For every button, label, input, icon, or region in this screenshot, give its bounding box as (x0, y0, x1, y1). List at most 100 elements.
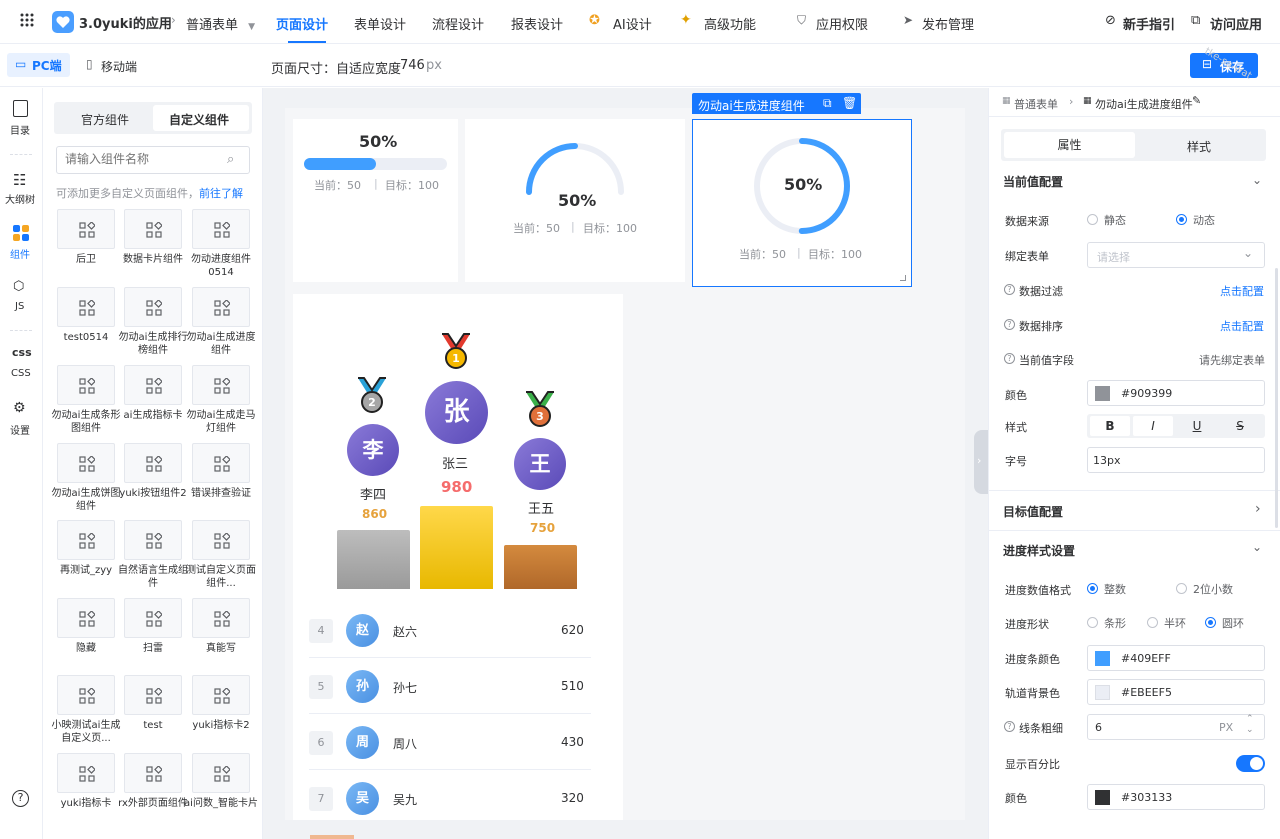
component-tile[interactable] (57, 520, 115, 560)
track-color-picker[interactable]: #EBEEF5 (1087, 679, 1265, 705)
nav-outline[interactable]: ☷ 大纲树 (0, 171, 42, 211)
component-tile[interactable] (57, 365, 115, 405)
chevron-down-icon[interactable]: ⌄ (1252, 173, 1262, 187)
bold-button[interactable]: B (1090, 416, 1130, 436)
leaderboard-row[interactable]: 4 赵 赵六 620 (309, 602, 591, 658)
bottom-scroll-indicator[interactable] (310, 835, 354, 839)
component-tile[interactable] (192, 753, 250, 793)
component-tile[interactable] (192, 598, 250, 638)
breadcrumb-component[interactable]: 勿动ai生成进度组件 (1095, 96, 1193, 112)
chevron-right-icon[interactable]: › (1255, 501, 1261, 517)
underline-button[interactable]: U (1177, 416, 1217, 436)
bind-form-select[interactable]: 请选择 ⌄ (1087, 242, 1265, 268)
help-icon[interactable]: ? (1004, 319, 1015, 330)
resize-handle-icon[interactable] (900, 275, 906, 281)
component-tile[interactable] (57, 675, 115, 715)
radio-half-ring[interactable]: 半环 (1147, 615, 1186, 631)
data-sort-link[interactable]: 点击配置 (1220, 318, 1264, 334)
italic-button[interactable]: I (1133, 416, 1173, 436)
radio-integer[interactable]: 整数 (1087, 581, 1126, 597)
component-tile[interactable] (57, 209, 115, 249)
bar-color-picker[interactable]: #409EFF (1087, 645, 1265, 671)
progress-card-half[interactable]: 50% 当前：50 | 目标：100 (465, 119, 685, 282)
tab-permissions[interactable]: 应用权限 (816, 14, 868, 33)
component-tile[interactable] (57, 598, 115, 638)
tab-report-design[interactable]: 报表设计 (511, 14, 563, 33)
tab-page-design[interactable]: 页面设计 (276, 14, 328, 33)
component-tile[interactable] (192, 443, 250, 483)
component-tile[interactable] (192, 520, 250, 560)
tab-publish[interactable]: 发布管理 (922, 14, 974, 33)
breadcrumb-form[interactable]: 普通表单 (1014, 96, 1058, 112)
component-tile[interactable] (124, 287, 182, 327)
component-tile[interactable] (57, 443, 115, 483)
tab-properties[interactable]: 属性 (1004, 132, 1135, 158)
tab-official-components[interactable]: 官方组件 (81, 111, 129, 128)
device-mobile-button[interactable]: 移动端 (101, 58, 137, 75)
help-icon[interactable]: ? (1004, 284, 1015, 295)
progress-card-ring[interactable]: 50% 当前：50 | 目标：100 (692, 119, 912, 287)
nav-css[interactable]: css CSS (0, 346, 42, 386)
tab-form-design[interactable]: 表单设计 (354, 14, 406, 33)
stepper-up-icon[interactable]: ⌃ (1246, 714, 1254, 724)
chevron-down-icon[interactable]: ⌄ (1252, 540, 1262, 554)
visit-app-link[interactable]: 访问应用 (1210, 14, 1262, 33)
page-size-value[interactable]: 746 (400, 58, 425, 73)
component-search-input[interactable] (65, 152, 215, 166)
color2-picker[interactable]: #303133 (1087, 784, 1265, 810)
section-progress-style[interactable]: 进度样式设置 (1003, 542, 1075, 559)
guide-link[interactable]: 新手指引 (1123, 14, 1175, 33)
radio-two-decimal[interactable]: 2位小数 (1176, 581, 1233, 597)
device-pc-button[interactable]: ▭ PC端 (7, 53, 70, 77)
stepper-down-icon[interactable]: ⌄ (1246, 725, 1254, 735)
leaderboard-row[interactable]: 5 孙 孙七 510 (309, 658, 591, 714)
color-picker[interactable]: #909399 (1087, 380, 1265, 406)
help-icon[interactable]: ? (12, 790, 29, 807)
data-filter-link[interactable]: 点击配置 (1220, 283, 1264, 299)
radio-ring[interactable]: 圆环 (1205, 615, 1244, 631)
show-percent-toggle[interactable] (1236, 755, 1265, 772)
app-name[interactable]: 3.0yuki的应用 (79, 13, 172, 32)
delete-icon[interactable]: 🗑 (842, 96, 857, 110)
selected-component-toolbar[interactable]: 勿动ai生成进度组件 ⧉ 🗑 (692, 93, 861, 114)
tab-style[interactable]: 样式 (1187, 138, 1211, 155)
search-icon[interactable]: ⌕ (227, 152, 234, 167)
component-tile[interactable] (124, 753, 182, 793)
component-tile[interactable] (57, 287, 115, 327)
nav-settings[interactable]: ⚙ 设置 (0, 400, 42, 440)
strikethrough-button[interactable]: S (1220, 416, 1260, 436)
radio-bar[interactable]: 条形 (1087, 615, 1126, 631)
component-tile[interactable] (124, 598, 182, 638)
component-tile[interactable] (124, 675, 182, 715)
component-hint-link[interactable]: 前往了解 (199, 185, 243, 201)
radio-dynamic[interactable]: 动态 (1176, 212, 1215, 228)
line-width-input[interactable]: 6 PX ⌃ ⌄ (1087, 714, 1265, 740)
nav-components[interactable]: 组件 (0, 224, 42, 264)
component-tile[interactable] (192, 209, 250, 249)
leaderboard-row[interactable]: 6 周 周八 430 (309, 714, 591, 770)
nav-catalog[interactable]: 目录 (0, 100, 42, 140)
component-tile[interactable] (192, 675, 250, 715)
nav-js[interactable]: ⬡ JS (0, 279, 42, 319)
component-tile[interactable] (192, 287, 250, 327)
component-tile[interactable] (192, 365, 250, 405)
component-tile[interactable] (124, 209, 182, 249)
panel-collapse-handle[interactable]: › (974, 430, 988, 494)
panel-scrollbar[interactable] (1275, 268, 1278, 528)
tab-custom-active[interactable]: 自定义组件 (153, 105, 249, 131)
help-icon[interactable]: ? (1004, 353, 1015, 364)
component-tile[interactable] (57, 753, 115, 793)
progress-card-bar[interactable]: 50% 当前：50 | 目标：100 (293, 119, 458, 282)
tab-flow-design[interactable]: 流程设计 (432, 14, 484, 33)
form-selector[interactable]: 普通表单 ▼ (186, 14, 255, 33)
edit-icon[interactable]: ✎ (1192, 94, 1201, 107)
leaderboard-row[interactable]: 7 吴 吴九 320 (309, 770, 591, 820)
apps-grid-icon[interactable] (20, 13, 34, 27)
radio-static[interactable]: 静态 (1087, 212, 1126, 228)
leaderboard-card[interactable]: 2 1 3 李 张 王 李四 860 张三 980 王五 750 4 赵 赵六 620… (293, 294, 623, 820)
help-icon[interactable]: ? (1004, 721, 1015, 732)
component-search[interactable]: ⌕ (56, 146, 250, 174)
section-target-value[interactable]: 目标值配置 (1003, 503, 1063, 520)
component-tile[interactable] (124, 443, 182, 483)
section-current-value[interactable]: 当前值配置 (1003, 173, 1063, 190)
